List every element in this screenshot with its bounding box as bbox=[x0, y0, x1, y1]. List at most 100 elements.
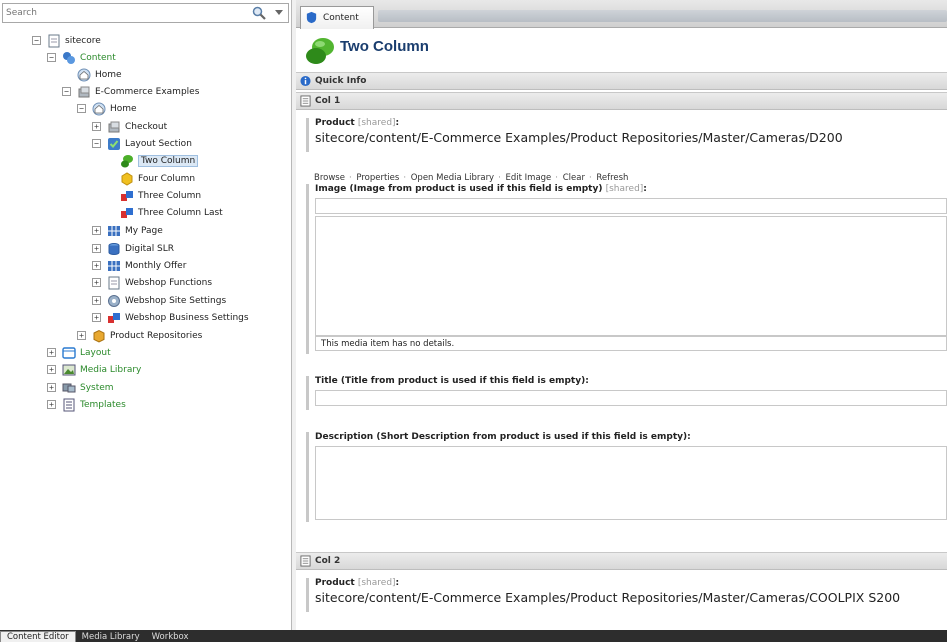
tree-label: Content bbox=[80, 52, 116, 63]
title-input[interactable] bbox=[315, 390, 947, 406]
content-tree-panel: − sitecore − Content Home − E-Commerce E… bbox=[0, 0, 292, 630]
tree-node-my-page[interactable]: + My Page bbox=[92, 222, 163, 239]
search-input[interactable] bbox=[3, 4, 243, 22]
refresh-link[interactable]: Refresh bbox=[596, 173, 628, 183]
tree-label: Monthly Offer bbox=[125, 260, 187, 271]
expand-toggle[interactable]: + bbox=[47, 348, 56, 357]
expand-toggle[interactable]: + bbox=[47, 383, 56, 392]
tree-node-content[interactable]: − Content bbox=[47, 49, 116, 66]
checkout-icon bbox=[108, 121, 120, 132]
tree-label: Webshop Functions bbox=[125, 277, 213, 288]
content-icon bbox=[63, 51, 75, 64]
colored-blocks-icon bbox=[121, 190, 133, 201]
tree-node-ecommerce-examples[interactable]: − E-Commerce Examples bbox=[62, 83, 199, 100]
image-details: This media item has no details. bbox=[315, 336, 947, 351]
collapse-toggle[interactable]: − bbox=[32, 36, 41, 45]
section-page-icon bbox=[300, 555, 311, 567]
tree-node-system[interactable]: + System bbox=[47, 379, 114, 396]
tree-node-webshop-business-settings[interactable]: + Webshop Business Settings bbox=[92, 309, 249, 326]
tab-strip: Content bbox=[296, 0, 947, 29]
description-textarea[interactable] bbox=[315, 446, 947, 520]
expand-toggle[interactable]: + bbox=[92, 261, 101, 270]
database-icon bbox=[108, 242, 120, 255]
tab-workbox[interactable]: Workbox bbox=[146, 631, 195, 642]
tree-node-three-column-last[interactable]: Three Column Last bbox=[120, 204, 223, 221]
tree-node-four-column[interactable]: Four Column bbox=[120, 170, 195, 187]
section-col1[interactable]: Col 1 bbox=[296, 92, 947, 110]
tree-node-digital-slr[interactable]: + Digital SLR bbox=[92, 240, 174, 257]
colored-blocks-icon bbox=[121, 207, 133, 218]
section-col2[interactable]: Col 2 bbox=[296, 552, 947, 570]
expand-toggle[interactable]: + bbox=[92, 226, 101, 235]
document-icon bbox=[48, 34, 60, 47]
product-label: Product [shared]: bbox=[315, 118, 400, 128]
expand-toggle[interactable]: + bbox=[92, 296, 101, 305]
tree-label: Templates bbox=[80, 399, 126, 410]
info-icon bbox=[300, 75, 311, 87]
tree-label: My Page bbox=[125, 225, 163, 236]
image-preview-area[interactable] bbox=[315, 216, 947, 336]
content-editor-panel: Content Two Column Quick Info Col 1 Prod… bbox=[296, 0, 947, 630]
open-media-library-link[interactable]: Open Media Library bbox=[411, 173, 494, 183]
tree-node-webshop-site-settings[interactable]: + Webshop Site Settings bbox=[92, 292, 226, 309]
collapse-toggle[interactable]: − bbox=[47, 53, 56, 62]
tree-node-two-column[interactable]: Two Column bbox=[120, 152, 199, 169]
tab-strip-filler bbox=[378, 10, 947, 22]
content-editor-window: − sitecore − Content Home − E-Commerce E… bbox=[0, 0, 947, 642]
expand-toggle[interactable]: + bbox=[47, 365, 56, 374]
section-quick-info[interactable]: Quick Info bbox=[296, 72, 947, 90]
tree-label: sitecore bbox=[65, 35, 101, 46]
search-icon[interactable] bbox=[252, 6, 266, 20]
image-path-input[interactable] bbox=[315, 198, 947, 214]
tab-media-library[interactable]: Media Library bbox=[76, 631, 146, 642]
tree-node-three-column[interactable]: Three Column bbox=[120, 187, 201, 204]
search-box[interactable] bbox=[2, 3, 289, 23]
chevron-down-icon[interactable] bbox=[275, 10, 283, 15]
product-value-col1[interactable]: sitecore/content/E-Commerce Examples/Pro… bbox=[315, 130, 947, 145]
description-label: Description (Short Description from prod… bbox=[315, 432, 691, 442]
clear-link[interactable]: Clear bbox=[563, 173, 585, 183]
tab-content-label: Content bbox=[323, 13, 359, 23]
title-label: Title (Title from product is used if thi… bbox=[315, 376, 589, 386]
green-bubble-icon bbox=[121, 154, 133, 167]
tree-node-product-repositories[interactable]: + Product Repositories bbox=[77, 327, 202, 344]
colored-blocks-icon bbox=[108, 312, 120, 323]
tab-content-editor[interactable]: Content Editor bbox=[0, 631, 76, 642]
tree-node-home-root[interactable]: Home bbox=[77, 66, 122, 83]
bottom-tab-bar: Content Editor Media Library Workbox bbox=[0, 630, 947, 642]
system-icon bbox=[62, 383, 76, 392]
tree-node-checkout[interactable]: + Checkout bbox=[92, 118, 167, 135]
tree-node-layout[interactable]: + Layout bbox=[47, 344, 111, 361]
grid-icon bbox=[108, 260, 120, 271]
browse-link[interactable]: Browse bbox=[314, 173, 345, 183]
image-field-toolbar: Browse · Properties · Open Media Library · … bbox=[314, 173, 629, 183]
tree-node-media-library[interactable]: + Media Library bbox=[47, 361, 141, 378]
expand-toggle[interactable]: + bbox=[77, 331, 86, 340]
tree-node-templates[interactable]: + Templates bbox=[47, 396, 126, 413]
tree-label: Layout Section bbox=[125, 138, 192, 149]
tree-node-webshop-functions[interactable]: + Webshop Functions bbox=[92, 274, 212, 291]
product-field-col2: Product [shared]: sitecore/content/E-Com… bbox=[306, 578, 947, 612]
expand-toggle[interactable]: + bbox=[47, 400, 56, 409]
tree-node-monthly-offer[interactable]: + Monthly Offer bbox=[92, 257, 186, 274]
collapse-toggle[interactable]: − bbox=[77, 104, 86, 113]
properties-link[interactable]: Properties bbox=[356, 173, 399, 183]
home-icon bbox=[77, 68, 91, 81]
tree-node-home[interactable]: − Home bbox=[77, 100, 137, 117]
image-label: Image (Image from product is used if thi… bbox=[315, 184, 647, 194]
tree-node-sitecore[interactable]: − sitecore bbox=[32, 32, 101, 49]
expand-toggle[interactable]: + bbox=[92, 313, 101, 322]
edit-image-link[interactable]: Edit Image bbox=[506, 173, 552, 183]
expand-toggle[interactable]: + bbox=[92, 278, 101, 287]
tree-label: Home bbox=[110, 103, 137, 114]
tab-content[interactable]: Content bbox=[300, 6, 374, 29]
image-icon bbox=[62, 364, 76, 375]
product-value-col2[interactable]: sitecore/content/E-Commerce Examples/Pro… bbox=[315, 590, 947, 605]
expand-toggle[interactable]: + bbox=[92, 122, 101, 131]
section-label: Quick Info bbox=[315, 76, 367, 86]
tree-label: Media Library bbox=[80, 364, 142, 375]
tree-node-layout-section[interactable]: − Layout Section bbox=[92, 135, 192, 152]
collapse-toggle[interactable]: − bbox=[92, 139, 101, 148]
collapse-toggle[interactable]: − bbox=[62, 87, 71, 96]
expand-toggle[interactable]: + bbox=[92, 244, 101, 253]
